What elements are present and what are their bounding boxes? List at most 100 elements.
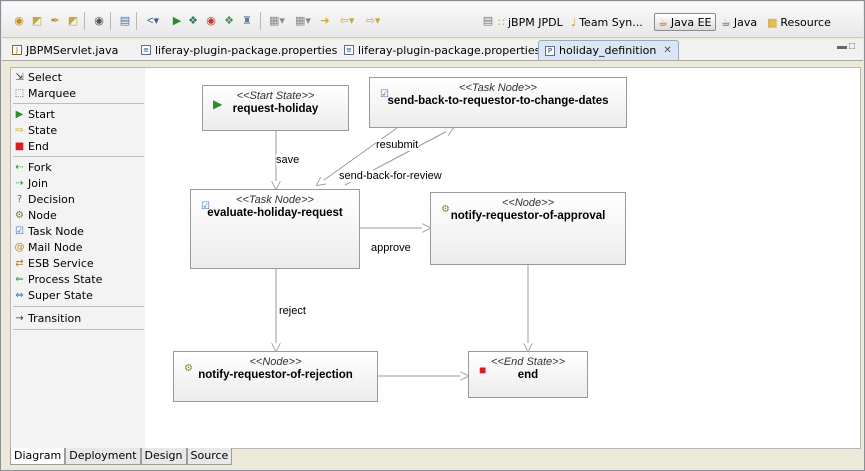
palette-item-end[interactable]: ■ End	[14, 139, 49, 154]
tab-liferay-plugin-package-1[interactable]: ≡ liferay-plugin-package.properties	[135, 40, 343, 60]
palette-separator	[13, 329, 144, 330]
transition-label-resubmit[interactable]: resubmit	[376, 139, 419, 151]
transition-label-approve[interactable]: approve	[371, 242, 411, 254]
node-notify-requestor-of-approval[interactable]: ⚙ <<Node>> notify-requestor-of-approval	[430, 192, 626, 265]
debug-icon[interactable]: ◉	[92, 14, 106, 28]
node-gear-icon: ⚙	[184, 363, 193, 374]
node-name: end	[517, 369, 539, 381]
perspective-jbpm-jpdl[interactable]: ∷ jBPM JPDL	[498, 13, 563, 31]
node-icon: ⚙	[15, 210, 24, 221]
tab-design[interactable]: Design	[140, 448, 187, 465]
start-state-icon: ▶	[213, 97, 223, 111]
task-node-icon: ☑	[201, 201, 210, 212]
server-icon[interactable]: ♜	[240, 14, 254, 28]
node-name: notify-requestor-of-approval	[450, 210, 606, 222]
transition-label-send-back-for-review[interactable]: send-back-for-review	[339, 170, 442, 182]
palette-item-marquee[interactable]: ⬚ Marquee	[14, 86, 76, 101]
tab-label: liferay-plugin-package.properties	[155, 43, 338, 57]
palette-label: Super State	[28, 289, 93, 302]
minimize-maximize-icon[interactable]: ▬□	[837, 41, 857, 52]
node-stereotype: <<Task Node>>	[236, 194, 314, 206]
palette-item-join[interactable]: ⇢ Join	[14, 176, 48, 191]
palette-item-start[interactable]: ▶ Start	[14, 107, 55, 122]
open-type-icon[interactable]: ◩	[66, 14, 80, 28]
task-node-icon: ☑	[15, 226, 24, 237]
node-send-back-to-requestor[interactable]: ☑ <<Task Node>> send-back-to-requestor-t…	[369, 77, 627, 128]
transition-label-save[interactable]: save	[276, 154, 300, 166]
node-stereotype: <<Start State>>	[236, 90, 315, 102]
main-toolbar: ◉ ◩ ✒ ◩ ◉ ▤ <▾ ▶ ❖ ◉ ❖ ♜ ▦▾ ▦▾ ➔ ⇦▾ ⇨▾ ▤…	[2, 2, 863, 38]
tab-label: holiday_definition	[559, 44, 657, 57]
palette-item-select[interactable]: ⇲ Select	[14, 70, 62, 85]
transition-label-reject[interactable]: reject	[279, 305, 306, 317]
search-dropdown-icon[interactable]: <▾	[142, 14, 164, 28]
back-dropdown-icon[interactable]: ⇦▾	[336, 14, 358, 28]
node-name: notify-requestor-of-rejection	[198, 369, 353, 381]
palette-item-decision[interactable]: ? Decision	[14, 192, 75, 207]
previous-annotation-dropdown-icon[interactable]: ▦▾	[292, 14, 314, 28]
palette-item-fork[interactable]: ⇠ Fork	[14, 160, 51, 175]
node-end[interactable]: ■ <<End State>> end	[468, 351, 588, 398]
palette-item-mail-node[interactable]: @ Mail Node	[14, 240, 83, 255]
end-state-icon: ■	[479, 363, 487, 377]
perspective-label: Java	[733, 15, 758, 29]
palette: ⇲ Select ⬚ Marquee ▶ Start ⇨ State ■ End…	[10, 67, 146, 449]
properties-file-icon: ≡	[344, 45, 354, 55]
node-request-holiday[interactable]: ▶ <<Start State>> request-holiday	[202, 85, 349, 131]
publish-icon[interactable]: ❖	[222, 14, 236, 28]
palette-label: Join	[28, 177, 49, 190]
palette-item-process-state[interactable]: ⇐ Process State	[14, 272, 102, 287]
next-annotation-dropdown-icon[interactable]: ▦▾	[266, 14, 288, 28]
node-gear-icon: ⚙	[441, 204, 450, 215]
forward-dropdown-icon[interactable]: ⇨▾	[362, 14, 384, 28]
palette-item-state[interactable]: ⇨ State	[14, 123, 57, 138]
stop-server-icon[interactable]: ◉	[204, 14, 218, 28]
palette-label: Start	[28, 108, 55, 121]
node-notify-requestor-of-rejection[interactable]: ⚙ <<Node>> notify-requestor-of-rejection	[173, 351, 378, 402]
state-icon: ⇨	[15, 125, 24, 136]
palette-item-super-state[interactable]: ⇔ Super State	[14, 288, 93, 303]
marquee-icon: ⬚	[14, 88, 25, 99]
tab-jbpmservlet-java[interactable]: J JBPMServlet.java	[6, 40, 124, 60]
palette-item-node[interactable]: ⚙ Node	[14, 208, 57, 223]
palette-label: Node	[28, 209, 57, 222]
open-file-icon[interactable]: ▤	[118, 14, 132, 28]
node-stereotype: <<Task Node>>	[459, 82, 537, 94]
palette-label: ESB Service	[28, 257, 94, 270]
open-perspective-icon[interactable]: ▤	[481, 14, 495, 28]
perspective-label: jBPM JPDL	[508, 15, 563, 29]
jbpm-icon: ∷	[498, 15, 505, 29]
node-stereotype: <<Node>>	[249, 356, 302, 368]
palette-item-esb-service[interactable]: ⇄ ESB Service	[14, 256, 94, 271]
perspective-resource[interactable]: ▩ Resource	[767, 13, 831, 31]
palette-item-transition[interactable]: → Transition	[14, 311, 81, 326]
tab-source[interactable]: Source	[186, 448, 233, 465]
java-ee-icon: ☕	[658, 15, 668, 29]
perspective-java-ee[interactable]: ☕ Java EE	[654, 13, 716, 31]
perspective-java[interactable]: ☕ Java	[721, 13, 757, 31]
decision-icon: ?	[16, 194, 23, 205]
tab-holiday-definition[interactable]: P holiday_definition ✕	[538, 40, 679, 60]
task-node-icon: ☑	[380, 89, 389, 100]
palette-item-task-node[interactable]: ☑ Task Node	[14, 224, 84, 239]
tab-liferay-plugin-package-2[interactable]: ≡ liferay-plugin-package.properties	[338, 40, 546, 60]
run-icon[interactable]: ▶	[170, 14, 184, 28]
perspective-team-sync[interactable]: ♩ Team Syn...	[571, 13, 643, 31]
tab-label: JBPMServlet.java	[26, 43, 119, 57]
external-tools-icon[interactable]: ❖	[186, 14, 200, 28]
toolbar-separator	[84, 12, 85, 30]
tab-diagram[interactable]: Diagram	[10, 448, 66, 465]
java-file-icon: J	[12, 45, 22, 55]
tab-deployment[interactable]: Deployment	[65, 448, 141, 465]
node-evaluate-holiday-request[interactable]: ☑ <<Task Node>> evaluate-holiday-request	[190, 189, 360, 269]
new-java-project-icon[interactable]: ✒	[48, 14, 62, 28]
close-tab-icon[interactable]: ✕	[663, 45, 671, 56]
diagram-canvas[interactable]: save resubmit send-back-for-review appro…	[145, 67, 861, 449]
open-folder-icon[interactable]: ◩	[30, 14, 44, 28]
new-wizard-icon[interactable]: ◉	[12, 14, 26, 28]
last-edit-icon[interactable]: ➔	[318, 14, 332, 28]
perspective-label: Resource	[780, 15, 831, 29]
palette-label: Marquee	[28, 87, 77, 100]
tab-label: liferay-plugin-package.properties	[358, 43, 541, 57]
node-name: evaluate-holiday-request	[207, 207, 343, 219]
